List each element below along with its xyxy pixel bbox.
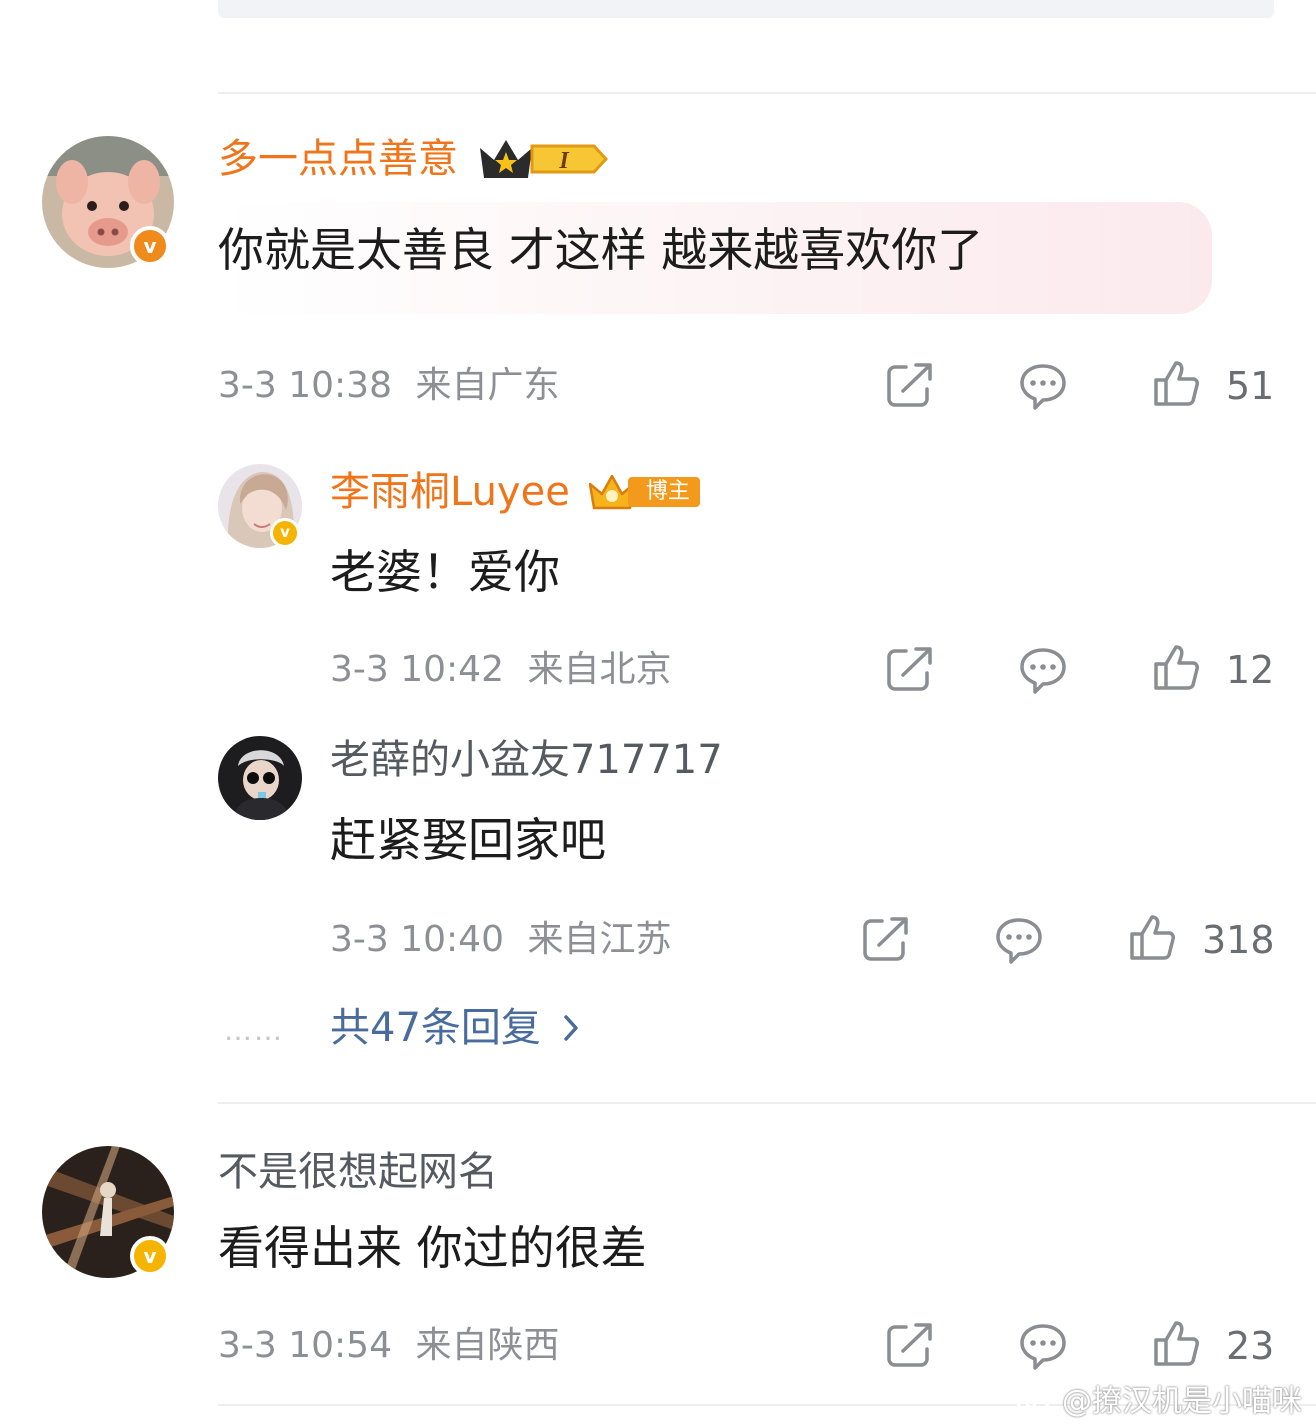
comment-meta: 3-3 10:38 来自广东 <box>218 364 559 408</box>
more-replies-link[interactable]: 共47条回复 <box>330 1004 581 1052</box>
watermark-text: @撩汉机是小喵咪 <box>1062 1384 1302 1419</box>
thumbs-up-icon[interactable] <box>1152 1320 1200 1368</box>
previous-content-strip <box>218 0 1274 18</box>
thumbs-up-icon[interactable] <box>1152 644 1200 692</box>
comment-text: 看得出来 你过的很差 <box>218 1221 647 1275</box>
username[interactable]: 李雨桐Luyee <box>330 468 570 516</box>
share-icon[interactable] <box>862 916 910 962</box>
reply-location: 来自江苏 <box>527 919 672 960</box>
share-icon[interactable] <box>886 362 934 408</box>
divider <box>218 1102 1316 1104</box>
comment-icon[interactable] <box>1019 1322 1067 1370</box>
username[interactable]: 老薛的小盆友717717 <box>330 736 723 784</box>
thumbs-up-icon[interactable] <box>1152 360 1200 408</box>
reply-text: 老婆！爱你 <box>330 545 560 599</box>
crown-level-badge-icon: I <box>476 134 608 184</box>
like-count: 23 <box>1226 1324 1275 1368</box>
chevron-right-icon <box>561 1012 581 1044</box>
reply-meta: 3-3 10:40 来自江苏 <box>330 918 671 962</box>
more-replies-label[interactable]: 共47条回复 <box>330 1004 541 1052</box>
comment-time: 3-3 10:54 <box>218 1325 392 1366</box>
reply-meta: 3-3 10:42 来自北京 <box>330 648 671 692</box>
comment-location: 来自陕西 <box>415 1325 560 1366</box>
comment-text: 你就是太善良 才这样 越来越喜欢你了 <box>218 223 984 277</box>
avatar[interactable] <box>218 736 302 820</box>
reply-time: 3-3 10:42 <box>330 649 504 690</box>
comment-icon[interactable] <box>1019 646 1067 694</box>
weibo-logo-icon <box>1016 1382 1056 1414</box>
more-replies-dots: …… <box>224 1014 284 1047</box>
reply-time: 3-3 10:40 <box>330 919 504 960</box>
like-count: 318 <box>1202 918 1275 962</box>
username[interactable]: 不是很想起网名 <box>218 1148 498 1196</box>
watermark: @撩汉机是小喵咪 <box>1016 1376 1302 1420</box>
share-icon[interactable] <box>886 646 934 692</box>
verified-v-icon: v <box>270 518 300 548</box>
share-icon[interactable] <box>886 1322 934 1368</box>
reply-location: 来自北京 <box>527 649 672 690</box>
thumbs-up-icon[interactable] <box>1128 914 1176 962</box>
blogger-tag: 博主 <box>627 477 700 507</box>
blogger-badge: 博主 <box>586 472 700 512</box>
comment-time: 3-3 10:38 <box>218 365 392 406</box>
verified-v-icon: v <box>130 1236 170 1276</box>
svg-text:I: I <box>558 148 570 174</box>
comment-meta: 3-3 10:54 来自陕西 <box>218 1324 559 1368</box>
divider <box>218 92 1316 94</box>
verified-v-icon: v <box>130 226 170 266</box>
username[interactable]: 多一点点善意 <box>218 135 458 183</box>
comment-icon[interactable] <box>1019 362 1067 410</box>
reply-text: 赶紧娶回家吧 <box>330 813 606 867</box>
comment-location: 来自广东 <box>415 365 560 406</box>
like-count: 12 <box>1226 648 1275 692</box>
comment-icon[interactable] <box>995 916 1043 964</box>
like-count: 51 <box>1226 364 1275 408</box>
